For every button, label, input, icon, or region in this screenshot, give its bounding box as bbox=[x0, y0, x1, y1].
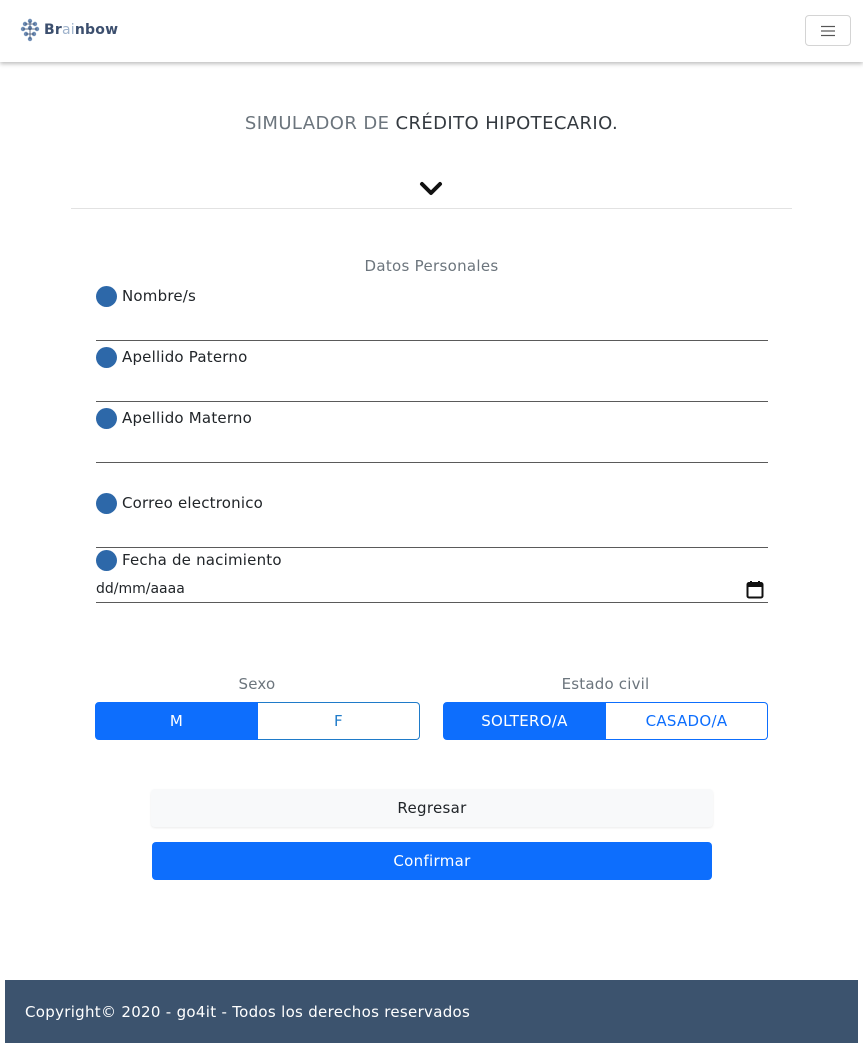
bullet-icon bbox=[96, 549, 117, 571]
date-input-value[interactable]: dd/mm/aaaa bbox=[96, 581, 185, 597]
brand-logo[interactable]: Brainbow bbox=[19, 17, 118, 43]
top-navbar: Brainbow bbox=[0, 0, 863, 62]
footer: Copyright© 2020 - go4it - Todos los dere… bbox=[5, 980, 858, 1043]
sexo-label: Sexo bbox=[238, 675, 276, 693]
estado-option-soltero[interactable]: SOLTERO/A bbox=[443, 702, 606, 740]
estado-civil-toggle-group: SOLTERO/A CASADO/A bbox=[443, 702, 768, 740]
field-fecha-nacimiento: Fecha de nacimiento bbox=[96, 549, 768, 571]
brain-icon bbox=[20, 18, 40, 42]
field-apellido-materno: Apellido Materno bbox=[96, 407, 768, 429]
bullet-icon bbox=[96, 407, 117, 429]
estado-option-casado[interactable]: CASADO/A bbox=[606, 702, 768, 740]
calendar-icon[interactable] bbox=[746, 580, 764, 599]
nombre-input[interactable] bbox=[96, 340, 768, 341]
page-title: SIMULADOR DE CRÉDITO HIPOTECARIO. bbox=[244, 113, 619, 134]
field-correo: Correo electronico bbox=[96, 492, 768, 514]
hamburger-icon bbox=[821, 25, 835, 36]
apellido-materno-input[interactable] bbox=[96, 462, 768, 463]
field-label: Nombre/s bbox=[122, 287, 197, 305]
field-label: Apellido Materno bbox=[122, 409, 253, 427]
divider bbox=[71, 208, 792, 209]
sexo-toggle-group: M F bbox=[95, 702, 420, 740]
copyright-text: Copyright© 2020 - go4it - Todos los dere… bbox=[25, 1002, 471, 1021]
back-button[interactable]: Regresar bbox=[151, 789, 713, 827]
menu-toggle-button[interactable] bbox=[805, 15, 851, 46]
sexo-option-f[interactable]: F bbox=[258, 702, 420, 740]
confirm-button[interactable]: Confirmar bbox=[152, 842, 712, 880]
section-title: Datos Personales bbox=[364, 257, 499, 275]
chevron-down-icon[interactable] bbox=[419, 180, 443, 197]
email-input[interactable] bbox=[96, 547, 768, 548]
field-label: Apellido Paterno bbox=[122, 348, 248, 366]
bullet-icon bbox=[96, 285, 117, 307]
field-apellido-paterno: Apellido Paterno bbox=[96, 346, 768, 368]
brand-name: Brainbow bbox=[44, 22, 119, 38]
field-label: Correo electronico bbox=[122, 494, 264, 512]
sexo-option-m[interactable]: M bbox=[95, 702, 258, 740]
date-input[interactable] bbox=[96, 602, 768, 603]
field-nombre: Nombre/s bbox=[96, 285, 768, 307]
bullet-icon bbox=[96, 492, 117, 514]
bullet-icon bbox=[96, 346, 117, 368]
apellido-paterno-input[interactable] bbox=[96, 401, 768, 402]
estado-civil-label: Estado civil bbox=[561, 675, 650, 693]
field-label: Fecha de nacimiento bbox=[122, 551, 282, 569]
